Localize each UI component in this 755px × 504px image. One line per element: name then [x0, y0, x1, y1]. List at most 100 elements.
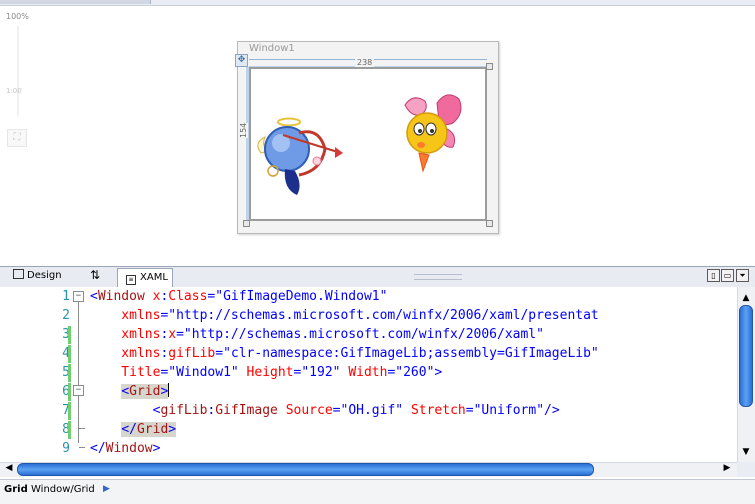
code-line[interactable]: </Window>: [90, 439, 160, 458]
line-number: 6: [62, 384, 70, 399]
code-token: ="OH.gif": [332, 403, 411, 418]
horizontal-split-icon[interactable]: ▭: [721, 269, 734, 282]
code-token: xmlns: [90, 308, 161, 323]
line-number: 7: [62, 403, 70, 418]
fold-toggle-window[interactable]: −: [73, 291, 84, 302]
splitter-grip[interactable]: [414, 274, 462, 280]
resize-handle-top-right[interactable]: [486, 63, 493, 70]
fold-end-window: [79, 447, 85, 448]
code-token: gifLib: [168, 346, 216, 361]
vertical-scroll-thumb[interactable]: [739, 305, 753, 407]
scroll-up-icon[interactable]: ▲: [738, 293, 754, 303]
code-line[interactable]: xmlns:gifLib="clr-namespace:GifImageLib;…: [90, 344, 599, 363]
code-token: Title: [90, 365, 161, 380]
horizontal-scroll-thumb[interactable]: [17, 463, 594, 476]
code-token: xmlns: [90, 346, 161, 361]
tab-design-label: Design: [27, 270, 62, 281]
code-token: Grid: [136, 422, 169, 437]
code-token: ="192": [293, 365, 349, 380]
code-token: Class: [168, 289, 208, 304]
code-token: Height: [246, 365, 294, 380]
status-bar: [0, 479, 755, 504]
fit-to-window-button[interactable]: ⛶: [7, 129, 27, 147]
scroll-down-icon[interactable]: ▼: [738, 447, 754, 457]
code-line[interactable]: Title="Window1" Height="192" Width="260"…: [90, 363, 442, 382]
fold-guide-grid: [78, 396, 79, 424]
code-token: ="clr-namespace:GifImageLib;assembly=Gif…: [215, 346, 599, 361]
tab-xaml[interactable]: ≡ XAML: [117, 268, 173, 287]
line-number: 3: [62, 327, 70, 342]
code-token: >: [152, 441, 161, 456]
zoom-slider[interactable]: [17, 26, 19, 116]
code-token: <: [121, 384, 130, 399]
code-token: </: [121, 422, 137, 437]
code-line[interactable]: xmlns="http://schemas.microsoft.com/winf…: [90, 306, 599, 325]
code-token: ="260">: [387, 365, 443, 380]
code-token: ="Window1": [160, 365, 247, 380]
grid-client-area[interactable]: [249, 67, 487, 221]
code-line[interactable]: <Window x:Class="GifImageDemo.Window1": [90, 287, 387, 306]
selected-element-label: Grid: [4, 484, 28, 495]
code-token: Stretch: [410, 403, 466, 418]
cupid-emoticon-image: [257, 117, 343, 195]
change-marker: [68, 402, 71, 420]
code-token: GifImage: [215, 403, 286, 418]
line-number: 5: [62, 365, 70, 380]
xaml-view-icon: ≡: [126, 275, 136, 285]
height-label: 154: [239, 122, 248, 138]
swap-panes-button[interactable]: ⇅: [80, 266, 110, 285]
change-marker: [68, 383, 71, 401]
change-marker: [68, 364, 71, 382]
code-token: Window: [97, 289, 153, 304]
change-marker: [68, 326, 71, 344]
code-line[interactable]: <gifLib:GifImage Source="OH.gif" Stretch…: [90, 401, 560, 420]
scrollbar-corner: [737, 462, 755, 477]
code-token: <: [90, 403, 161, 418]
code-token: gifLib: [160, 403, 208, 418]
width-label: 238: [355, 58, 375, 67]
code-token: ="http://schemas.microsoft.com/winfx/200…: [160, 308, 599, 323]
fold-toggle-grid[interactable]: −: [73, 385, 84, 396]
line-number: 4: [62, 346, 70, 361]
scroll-left-icon[interactable]: ◀: [1, 463, 17, 473]
code-token: x: [168, 327, 177, 342]
move-handle-icon[interactable]: ✥: [235, 54, 248, 67]
scroll-right-icon[interactable]: ▶: [719, 463, 735, 473]
code-token: Source: [285, 403, 333, 418]
tab-xaml-label: XAML: [140, 272, 168, 283]
code-token: ="Uniform"/>: [465, 403, 560, 418]
top-document-tab[interactable]: [0, 0, 151, 4]
line-number: 9: [62, 441, 70, 456]
line-number: 8: [62, 422, 70, 437]
line-number: 2: [62, 308, 70, 323]
view-tab-bar: [0, 266, 755, 288]
code-line[interactable]: <Grid>: [90, 382, 170, 401]
code-token: >: [160, 384, 169, 399]
code-token: ="GifImageDemo.Window1": [207, 289, 388, 304]
code-token: Window: [105, 441, 153, 456]
fit-icon: ⛶: [13, 132, 21, 143]
text-caret: [168, 383, 170, 397]
code-token: xmlns: [90, 327, 161, 342]
code-line[interactable]: </Grid>: [90, 420, 177, 439]
element-breadcrumb[interactable]: Window/Grid: [31, 484, 95, 495]
vertical-split-icon[interactable]: ▯: [707, 269, 720, 282]
code-token: <: [90, 289, 98, 304]
change-marker: [68, 345, 71, 363]
resize-handle-bottom-left[interactable]: [243, 220, 250, 227]
butterfly-emoticon-image: [404, 94, 462, 173]
tab-design[interactable]: Design: [7, 266, 67, 285]
breadcrumb-arrow-icon[interactable]: ▶: [103, 484, 110, 494]
fold-end-grid: [79, 428, 85, 429]
code-token: Grid: [129, 384, 161, 399]
code-token: Width: [348, 365, 388, 380]
swap-icon: ⇅: [89, 268, 101, 282]
code-line[interactable]: xmlns:x="http://schemas.microsoft.com/wi…: [90, 325, 544, 344]
collapse-pane-icon[interactable]: ⏷: [736, 269, 749, 282]
design-view-icon: [13, 269, 24, 279]
change-marker: [68, 421, 71, 439]
code-token: >: [168, 422, 177, 437]
resize-handle-bottom-right[interactable]: [486, 220, 493, 227]
line-number: 1: [62, 289, 70, 304]
